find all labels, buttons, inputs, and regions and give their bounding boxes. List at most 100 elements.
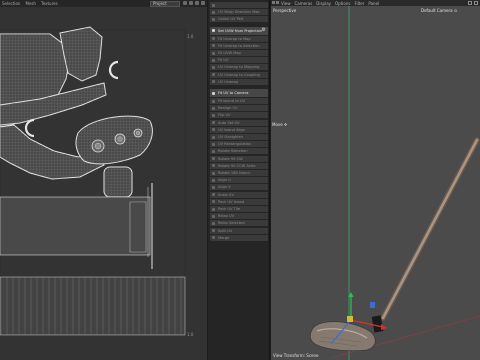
uv-project-select[interactable]: Project — [150, 0, 180, 7]
uv-command-label: Realign UV — [218, 106, 238, 111]
uv-command-item[interactable]: Scale UV — [210, 191, 268, 198]
uv-command-item[interactable]: Rotate 90 CW — [210, 155, 268, 162]
uv-command-item[interactable]: Set UVW from Projection ⚙ — [210, 26, 268, 35]
viewport-panel[interactable]: View Cameras Display Options Filter Pane… — [271, 0, 480, 360]
uv-command-item[interactable]: Pack UV Tile — [210, 206, 268, 212]
uv-command-item[interactable]: Split UV — [210, 227, 268, 234]
uv-command-item[interactable] — [210, 2, 268, 8]
uv-command-item[interactable]: Merge — [210, 234, 268, 241]
uv-command-label: UV Island Align — [218, 127, 246, 132]
uv-command-item[interactable]: UV Straighten — [210, 134, 268, 140]
gear-icon[interactable]: ⚙ — [262, 28, 266, 33]
command-icon — [212, 236, 215, 240]
uv-command-item[interactable]: UV Wrap Direction Map — [210, 9, 268, 16]
uv-command-label: Pack UV Tile — [218, 207, 240, 211]
uv-command-item[interactable]: Pack UV Island — [210, 198, 268, 205]
grid-icon[interactable] — [183, 1, 187, 5]
command-icon — [212, 44, 215, 48]
viewport-camera-label[interactable]: Default Camera ⊙ — [421, 8, 457, 13]
uv-command-item[interactable]: UV Unwrap — [210, 78, 268, 85]
uv-command-label: UV Wrap Direction Map — [218, 10, 260, 15]
command-icon — [212, 10, 215, 14]
settings-icon[interactable] — [201, 1, 205, 5]
uv-command-label: Flip UV — [218, 113, 231, 118]
uv-command-item[interactable]: Relax Selected — [210, 220, 268, 227]
command-icon — [212, 164, 215, 168]
uv-command-item[interactable]: Fit UV to Camera — [210, 89, 268, 97]
uv-command-item[interactable]: UV Unwrap to Coupling — [210, 71, 268, 78]
command-icon — [212, 80, 215, 84]
uv-command-label: Rotate 180 Island — [218, 171, 250, 175]
viewport-scene — [309, 6, 480, 360]
uv-menu-textures[interactable]: Textures — [41, 0, 58, 7]
command-icon — [212, 149, 215, 153]
uv-command-label: Relax UV — [218, 214, 235, 219]
uv-command-item[interactable]: Rotate Selection — [210, 148, 268, 155]
uv-command-item[interactable]: UV Island Align — [210, 126, 268, 133]
viewport-footer-label: View Transform: Scene — [273, 353, 319, 358]
uv-islands-graphic — [0, 26, 186, 336]
uv-command-label: Rotate 90 CCW Selec — [218, 163, 257, 168]
command-icon — [212, 17, 215, 21]
command-icon — [212, 207, 215, 211]
command-icon — [212, 91, 215, 95]
command-icon — [212, 178, 215, 182]
viewport-move-label: Move ✣ — [272, 122, 288, 127]
command-icon — [212, 128, 215, 132]
uv-command-item[interactable]: Relax UV — [210, 213, 268, 220]
command-icon — [212, 214, 215, 218]
uv-command-label: UV Unwrap to Mapping — [218, 65, 260, 70]
uv-command-label: Rotate 90 CW — [218, 156, 243, 161]
uv-command-item[interactable]: Fit Unwrap to Selection — [210, 42, 268, 49]
uv-command-item[interactable]: Fit UV — [210, 57, 268, 64]
uv-commands-panel: UV Wrap Direction Map Unlink UV Pelt Set U… — [208, 0, 270, 360]
lock-icon[interactable] — [189, 1, 193, 5]
uv-command-item[interactable]: Rotate 90 CCW Selec — [210, 162, 268, 169]
uv-command-item[interactable]: Align V — [210, 184, 268, 191]
command-icon — [212, 3, 215, 7]
command-icon — [212, 37, 215, 41]
viewport-perspective-label: Perspective — [273, 8, 297, 13]
uv-command-label: Fit UVW Map — [218, 51, 241, 55]
command-icon — [212, 51, 215, 55]
uv-command-item[interactable]: Fit Unwrap to Map — [210, 35, 268, 42]
command-icon — [212, 106, 215, 110]
command-icon — [212, 113, 215, 117]
uv-command-item[interactable]: Realign UV — [210, 105, 268, 112]
command-icon — [212, 142, 215, 146]
command-icon — [212, 121, 215, 125]
uv-editor-panel: Selection Mesh Textures Project 1.0 1.0 — [0, 0, 207, 360]
uv-command-label: UV Unwrap to Coupling — [218, 72, 260, 77]
command-icon — [212, 193, 215, 197]
uv-command-item[interactable]: Unlink UV Pelt — [210, 16, 268, 23]
uv-command-label: UV Rectangulation — [218, 142, 252, 147]
command-icon — [212, 58, 215, 62]
command-icon — [212, 65, 215, 69]
uv-menu-selection[interactable]: Selection — [2, 0, 20, 7]
uv-command-label: Pack UV Island — [218, 199, 245, 204]
uv-command-label: Fit UV — [218, 58, 229, 63]
command-icon — [212, 135, 215, 139]
uv-command-item[interactable]: UV Rectangulation — [210, 141, 268, 148]
command-icon — [212, 185, 215, 189]
uv-command-item[interactable]: Auto Set UV — [210, 119, 268, 126]
uv-command-label: Unlink UV Pelt — [218, 17, 244, 22]
command-icon — [212, 157, 215, 161]
uv-command-label: Rotate Selection — [218, 149, 248, 154]
uv-command-item[interactable]: Align U — [210, 177, 268, 184]
uv-command-item[interactable]: Fit UVW Map — [210, 50, 268, 56]
uv-command-item[interactable]: UV Unwrap to Mapping — [210, 64, 268, 71]
uv-command-item[interactable]: Flip UV — [210, 112, 268, 119]
uv-command-label: Auto Set UV — [218, 120, 240, 125]
uv-command-item[interactable]: Rotate 180 Island — [210, 170, 268, 176]
uv-command-label: Scale UV — [218, 192, 234, 197]
uv-command-label: Relax Selected — [218, 221, 245, 226]
uv-menu-mesh[interactable]: Mesh — [25, 0, 36, 7]
uv-command-item[interactable]: Fit Island to UV — [210, 98, 268, 104]
uv-command-label: Align U — [218, 178, 231, 183]
uv-tick-top: 1.0 — [187, 34, 194, 39]
eye-icon[interactable] — [195, 1, 199, 5]
uv-command-label: UV Unwrap — [218, 79, 239, 84]
uv-canvas[interactable]: 1.0 1.0 — [0, 7, 207, 360]
uv-command-label: Fit Unwrap to Map — [218, 36, 251, 41]
